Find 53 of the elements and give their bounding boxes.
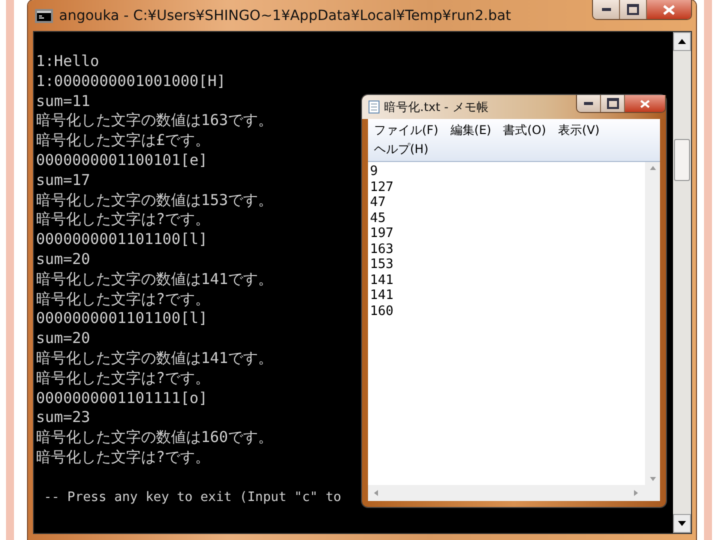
down-arrow-icon[interactable] [678,521,686,526]
menu-item[interactable]: ファイル(F) [374,121,438,140]
text-line: 153 [370,257,394,272]
console-line: 暗号化した文字の数値は141です。 [36,270,274,290]
text-line: 197 [370,226,394,242]
text-line: 45 [370,210,386,226]
text-line: 160 [370,304,394,319]
console-prompt: -- Press any key to exit (Input "c" to [42,488,342,507]
text-line: 141 [370,288,394,304]
menu-item[interactable]: 編集(E) [450,121,492,140]
text-line: 127 [370,180,394,195]
console-line: 1:0000000001001000[H] [36,72,226,92]
notepad-icon [368,100,380,114]
console-line: 暗号化した文字の数値は160です。 [36,428,274,448]
console-line: 暗号化した文字は?です。 [36,210,210,230]
console-line: 暗号化した文字は?です。 [36,448,210,468]
console-line: 0000000001101100[l] [36,309,208,330]
close-icon [663,4,675,14]
text-line: 9 [370,164,378,180]
console-line: 暗号化した文字は?です。 [36,290,210,310]
window-title: 暗号化.txt - メモ帳 [384,98,490,116]
menu-item[interactable]: 書式(O) [503,121,546,140]
console-icon [35,8,53,22]
maximize-button[interactable] [601,95,625,112]
console-line: 暗号化した文字は£です。 [36,131,210,151]
console-line: sum=20 [36,329,90,349]
console-line: 1:Hello [36,52,100,72]
up-arrow-icon[interactable] [678,39,686,44]
text-line: 163 [370,242,394,257]
window-title: angouka - C:¥Users¥SHINGO~1¥AppData¥Local¥Temp¥run2.bat [59,8,512,24]
minimize-button[interactable] [593,0,620,19]
console-line: sum=11 [36,92,90,112]
menu-item[interactable]: ヘルプ(H) [374,140,428,159]
console-line: 0000000001101111[o] [36,388,208,408]
console-line: 暗号化した文字の数値は153です。 [36,190,274,210]
console-line: sum=20 [36,250,90,270]
close-button[interactable] [625,95,665,112]
text-line: 47 [370,195,386,210]
console-line: 暗号化した文字の数値は141です。 [36,348,274,369]
console-line: 暗号化した文字の数値は163です。 [36,111,274,132]
scrollbar[interactable] [673,32,691,533]
maximize-button[interactable] [620,0,647,19]
console-line: 暗号化した文字は?です。 [36,368,210,389]
console-line: sum=17 [36,170,90,191]
console-line: 0000000001100101[e] [36,150,208,171]
close-button[interactable] [647,0,691,19]
console-line: sum=23 [36,408,90,428]
text-line: 141 [370,272,394,288]
scrollbar-thumb[interactable] [674,139,690,181]
close-icon [640,100,650,108]
console-line: 0000000001101100[l] [36,230,208,250]
menu-item[interactable]: 表示(V) [558,121,600,140]
minimize-button[interactable] [577,95,601,112]
